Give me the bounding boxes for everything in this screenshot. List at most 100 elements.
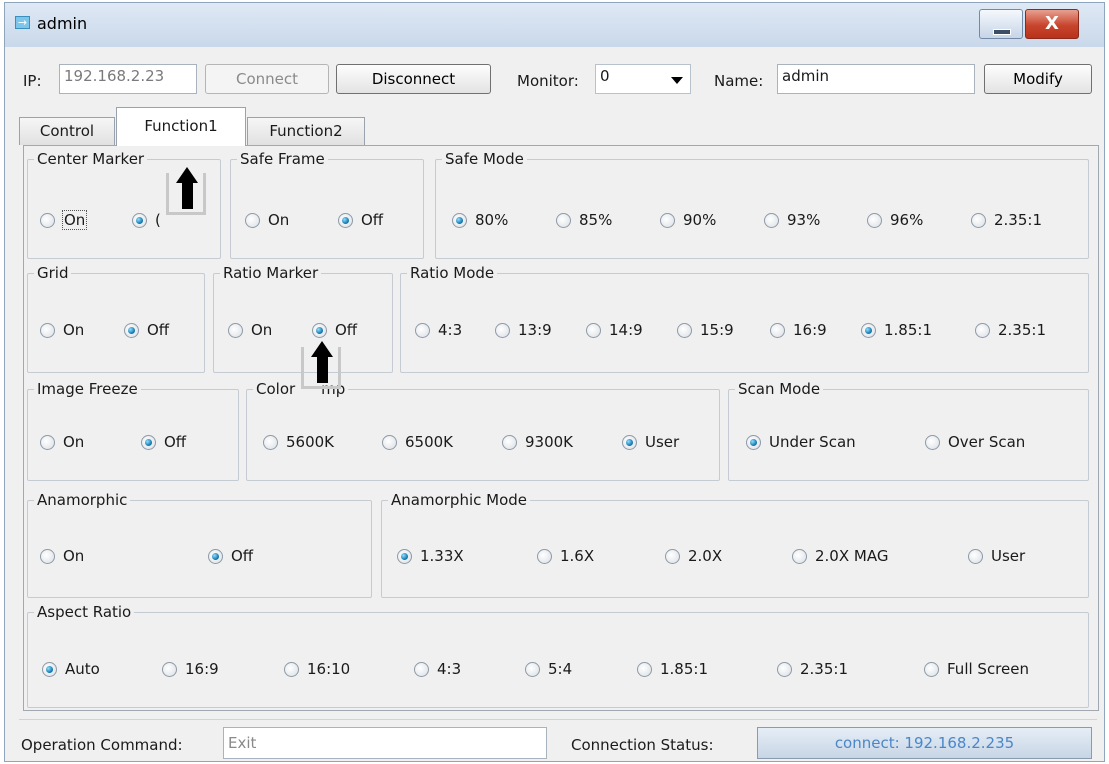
ratio-mode-1-85-radio[interactable]: 1.85:1 <box>861 321 932 339</box>
anamorphic-mode-group: Anamorphic Mode 1.33X 1.6X 2.0X 2.0X MAG… <box>381 490 1089 598</box>
aspect-ratio-5-4-radio[interactable]: 5:4 <box>525 660 572 678</box>
radio-selected-icon <box>397 548 412 564</box>
center-marker-off-radio[interactable]: ( <box>132 211 161 229</box>
tab-function1[interactable]: Function1 <box>116 107 246 146</box>
minimize-button[interactable] <box>979 9 1023 39</box>
radio-icon <box>975 322 990 338</box>
radio-icon <box>40 548 55 564</box>
connection-status-label: Connection Status: <box>571 736 714 754</box>
ratio-marker-on-radio[interactable]: On <box>228 321 272 339</box>
safe-mode-90-radio[interactable]: 90% <box>660 211 716 229</box>
radio-icon <box>556 212 571 228</box>
anamorphic-title: Anamorphic <box>34 490 131 510</box>
status-separator <box>19 719 1097 720</box>
radio-selected-icon <box>124 322 139 338</box>
color-temp-9300k-radio[interactable]: 9300K <box>502 433 573 451</box>
safe-frame-off-radio[interactable]: Off <box>338 211 383 229</box>
radio-selected-icon <box>746 434 761 450</box>
grid-off-radio[interactable]: Off <box>124 321 169 339</box>
radio-icon <box>284 661 299 677</box>
monitor-select[interactable]: 0 <box>595 64 691 94</box>
image-freeze-on-radio[interactable]: On <box>40 433 84 451</box>
disconnect-button[interactable]: Disconnect <box>336 64 491 94</box>
anamorphic-mode-20x-mag-radio[interactable]: 2.0X MAG <box>792 547 888 565</box>
safe-frame-group: Safe Frame On Off <box>230 149 424 259</box>
ratio-mode-4-3-radio[interactable]: 4:3 <box>415 321 462 339</box>
anamorphic-mode-16x-radio[interactable]: 1.6X <box>537 547 594 565</box>
grid-on-radio[interactable]: On <box>40 321 84 339</box>
operation-command-field[interactable]: Exit <box>223 727 547 759</box>
color-temp-user-radio[interactable]: User <box>622 433 679 451</box>
aspect-ratio-2-35-radio[interactable]: 2.35:1 <box>777 660 848 678</box>
color-temp-group: Color mp 5600K 6500K 9300K User <box>246 379 720 481</box>
ratio-mode-2-35-radio[interactable]: 2.35:1 <box>975 321 1046 339</box>
ratio-mode-15-9-radio[interactable]: 15:9 <box>677 321 734 339</box>
aspect-ratio-auto-radio[interactable]: Auto <box>42 660 100 678</box>
radio-icon <box>382 434 397 450</box>
radio-icon <box>40 212 55 228</box>
scan-mode-title: Scan Mode <box>735 379 824 399</box>
radio-selected-icon <box>622 434 637 450</box>
aspect-ratio-4-3-radio[interactable]: 4:3 <box>414 660 461 678</box>
connect-button[interactable]: Connect <box>205 64 329 94</box>
safe-frame-title: Safe Frame <box>237 149 328 169</box>
scan-mode-over-radio[interactable]: Over Scan <box>925 433 1025 451</box>
anamorphic-on-radio[interactable]: On <box>40 547 84 565</box>
radio-icon <box>971 212 986 228</box>
connection-status-value: connect: 192.168.2.235 <box>757 727 1092 759</box>
modify-button[interactable]: Modify <box>984 64 1092 94</box>
anamorphic-mode-user-radio[interactable]: User <box>968 547 1025 565</box>
radio-selected-icon <box>452 212 467 228</box>
title-bar[interactable]: → admin X <box>5 3 1104 47</box>
image-freeze-off-radio[interactable]: Off <box>141 433 186 451</box>
aspect-ratio-16-10-radio[interactable]: 16:10 <box>284 660 350 678</box>
ratio-marker-off-radio[interactable]: Off <box>312 321 357 339</box>
color-temp-5600k-radio[interactable]: 5600K <box>263 433 334 451</box>
monitor-value: 0 <box>600 67 610 85</box>
radio-icon <box>665 548 680 564</box>
name-field[interactable]: admin <box>777 64 975 94</box>
tab-control[interactable]: Control <box>19 117 115 145</box>
arrow-shaft <box>182 181 193 209</box>
radio-icon <box>925 434 940 450</box>
center-marker-on-radio[interactable]: On <box>40 210 88 230</box>
close-button[interactable]: X <box>1025 9 1079 39</box>
ip-field[interactable]: 192.168.2.23 <box>59 64 197 94</box>
safe-mode-85-radio[interactable]: 85% <box>556 211 612 229</box>
aspect-ratio-16-9-radio[interactable]: 16:9 <box>162 660 219 678</box>
aspect-ratio-1-85-radio[interactable]: 1.85:1 <box>637 660 708 678</box>
radio-icon <box>502 434 517 450</box>
tab-function2[interactable]: Function2 <box>247 117 365 145</box>
safe-mode-96-radio[interactable]: 96% <box>867 211 923 229</box>
ratio-mode-14-9-radio[interactable]: 14:9 <box>586 321 643 339</box>
scan-mode-under-radio[interactable]: Under Scan <box>746 433 856 451</box>
radio-selected-icon <box>861 322 876 338</box>
ratio-mode-title: Ratio Mode <box>407 263 498 283</box>
radio-selected-icon <box>208 548 223 564</box>
safe-mode-235-radio[interactable]: 2.35:1 <box>971 211 1042 229</box>
anamorphic-mode-20x-radio[interactable]: 2.0X <box>665 547 722 565</box>
ratio-mode-13-9-radio[interactable]: 13:9 <box>495 321 552 339</box>
color-temp-6500k-radio[interactable]: 6500K <box>382 433 453 451</box>
chevron-down-icon <box>671 77 683 84</box>
radio-selected-icon <box>312 322 327 338</box>
name-label: Name: <box>714 72 764 90</box>
safe-mode-80-radio[interactable]: 80% <box>452 211 508 229</box>
anamorphic-off-radio[interactable]: Off <box>208 547 253 565</box>
radio-icon <box>637 661 652 677</box>
safe-frame-on-radio[interactable]: On <box>245 211 289 229</box>
radio-selected-icon <box>141 434 156 450</box>
up-arrow-icon <box>166 167 206 215</box>
safe-mode-93-radio[interactable]: 93% <box>764 211 820 229</box>
minimize-icon <box>993 29 1011 35</box>
grid-title: Grid <box>34 263 72 283</box>
radio-icon <box>586 322 601 338</box>
anamorphic-mode-133x-radio[interactable]: 1.33X <box>397 547 464 565</box>
anamorphic-mode-title: Anamorphic Mode <box>388 490 530 510</box>
safe-mode-group: Safe Mode 80% 85% 90% 93% 96% 2.35:1 <box>435 149 1089 259</box>
radio-icon <box>414 661 429 677</box>
aspect-ratio-full-screen-radio[interactable]: Full Screen <box>924 660 1029 678</box>
radio-icon <box>764 212 779 228</box>
ratio-mode-16-9-radio[interactable]: 16:9 <box>770 321 827 339</box>
radio-selected-icon <box>42 661 57 677</box>
